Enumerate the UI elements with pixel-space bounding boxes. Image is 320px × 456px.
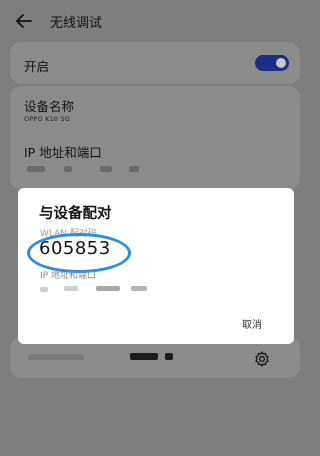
redacted-ip [100,166,112,172]
ip-port-label: IP 地址和端口 [24,145,102,160]
enable-label: 开启 [24,59,50,74]
toggle-knob [276,58,286,68]
dialog-title: 与设备配对 [39,206,112,222]
app-bar: 无线调试 [0,0,310,42]
redacted-device [28,354,84,360]
redacted-ip [27,166,45,172]
device-name-value: OPPO K10 5G [24,115,71,123]
dialog-ip-port-label: IP 地址和端口 [40,271,96,281]
redacted-ip [131,286,147,291]
redacted-ip [64,286,78,291]
redacted-ip [40,287,48,292]
back-arrow-icon[interactable] [14,11,34,31]
enable-toggle[interactable] [255,55,289,71]
page-title: 无线调试 [50,16,103,31]
redacted-device [130,353,158,360]
device-name-label: 设备名称 [24,99,75,114]
redacted-device [165,353,173,360]
redacted-ip [129,166,139,172]
pairing-dialog: 与设备配对 WLAN 配对码 605853 IP 地址和端口 取消 [18,188,294,344]
gear-icon[interactable] [253,350,271,368]
cancel-button[interactable]: 取消 [242,316,262,331]
redacted-ip [96,286,120,291]
highlight-circle [27,233,131,273]
redacted-ip [64,166,72,172]
